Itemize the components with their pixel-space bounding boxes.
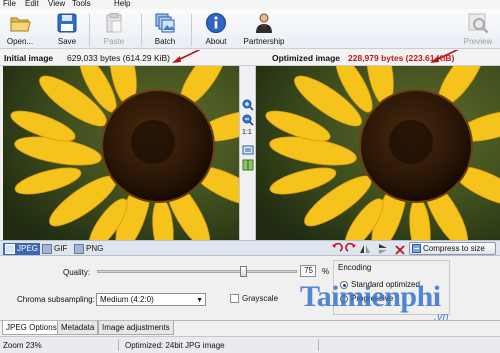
floppy-disk-icon: [57, 13, 77, 33]
actual-size-button[interactable]: 1:1: [242, 129, 252, 136]
encoding-group: Encoding Standard optimized Progressive: [333, 260, 450, 315]
menu-bar: File Edit View Tools Help: [0, 0, 500, 9]
tab-jpeg-label: JPEG: [17, 244, 38, 253]
status-divider: [118, 339, 119, 351]
optimized-image-label: Optimized image: [272, 53, 341, 63]
split-view-icon[interactable]: [242, 159, 254, 171]
rotate-right-icon[interactable]: [345, 243, 357, 255]
partnership-button[interactable]: Partnership: [240, 9, 288, 49]
tab-png[interactable]: PNG: [72, 243, 105, 255]
sunflower-image: [3, 66, 239, 240]
view-tool-strip: 1:1: [239, 66, 256, 240]
sunflower-image: [256, 66, 500, 240]
jpeg-options-panel: Quality: 75 % Chroma subsampling: Medium…: [0, 256, 500, 320]
image-info-bar: Initial image 629,033 bytes (614.29 KiB)…: [0, 50, 500, 66]
quality-slider[interactable]: [97, 266, 297, 277]
partnership-label: Partnership: [243, 37, 285, 46]
annotation-arrow-icon: [172, 50, 201, 63]
zoom-in-icon[interactable]: [242, 99, 254, 111]
standard-optimized-radio[interactable]: [340, 281, 348, 289]
chroma-subsampling-select[interactable]: Medium (4:2:0) ▼: [96, 293, 206, 306]
chroma-subsampling-value: Medium (4:2:0): [100, 295, 154, 304]
batch-label: Batch: [154, 37, 176, 46]
menu-tools[interactable]: Tools: [72, 0, 91, 8]
tab-jpeg[interactable]: JPEG: [3, 243, 40, 255]
rotate-left-icon[interactable]: [331, 243, 343, 255]
tab-image-adjustments[interactable]: Image adjustments: [98, 321, 174, 335]
preview-button[interactable]: Preview: [458, 9, 498, 49]
progressive-label: Progressive: [351, 294, 394, 303]
grayscale-checkbox[interactable]: [230, 294, 239, 303]
paste-icon: [106, 13, 122, 33]
compress-to-size-button[interactable]: Compress to size: [409, 242, 496, 255]
standard-optimized-label: Standard optimized: [351, 280, 420, 289]
magnifier-icon: [468, 13, 489, 34]
compress-icon: [412, 244, 421, 253]
zoom-status: Zoom 23%: [3, 341, 42, 350]
save-label: Save: [57, 37, 77, 46]
jpeg-format-icon: [5, 244, 15, 254]
progressive-radio[interactable]: [340, 295, 348, 303]
quality-slider-track: [97, 270, 297, 273]
paste-label: Paste: [103, 37, 125, 46]
tab-jpeg-options[interactable]: JPEG Options: [2, 321, 61, 335]
initial-image-view[interactable]: [3, 66, 239, 240]
folder-open-icon: [10, 17, 31, 32]
flip-vertical-icon[interactable]: [377, 243, 389, 255]
batch-images-icon: [155, 13, 175, 33]
format-tab-row: JPEG GIF PNG Compress to size: [0, 240, 500, 256]
fit-window-icon[interactable]: [242, 144, 254, 156]
encoding-title: Encoding: [338, 263, 372, 272]
menu-edit[interactable]: Edit: [25, 0, 39, 8]
grayscale-label: Grayscale: [242, 294, 279, 303]
about-button[interactable]: About: [200, 9, 232, 49]
tab-metadata[interactable]: Metadata: [57, 321, 99, 335]
initial-image-size: 629,033 bytes (614.29 KiB): [67, 53, 171, 63]
info-icon: [206, 13, 226, 33]
annotation-arrow-icon: [430, 50, 459, 63]
chevron-down-icon: ▼: [196, 297, 203, 304]
preview-label: Preview: [463, 37, 493, 46]
person-icon: [256, 13, 272, 33]
flip-horizontal-icon[interactable]: [359, 243, 371, 255]
batch-button[interactable]: Batch: [150, 9, 180, 49]
quality-input[interactable]: 75: [300, 265, 316, 277]
tab-png-label: PNG: [86, 244, 104, 253]
save-button[interactable]: Save: [52, 9, 82, 49]
open-button[interactable]: Open...: [2, 9, 38, 49]
quality-unit: %: [322, 267, 330, 276]
optimized-image-view[interactable]: [256, 66, 500, 240]
gif-format-icon: [42, 244, 52, 254]
quality-label: Quality:: [63, 268, 91, 277]
open-label: Open...: [6, 37, 34, 46]
paste-button[interactable]: Paste: [98, 9, 130, 49]
compress-to-size-label: Compress to size: [423, 244, 485, 253]
toolbar-separator: [141, 14, 142, 46]
initial-image-label: Initial image: [4, 53, 54, 63]
menu-help[interactable]: Help: [114, 0, 130, 8]
about-label: About: [205, 37, 227, 46]
crop-icon[interactable]: [394, 243, 406, 255]
toolbar-separator: [89, 14, 90, 46]
status-divider: [318, 339, 319, 351]
zoom-out-icon[interactable]: [242, 114, 254, 126]
tab-gif[interactable]: GIF: [40, 243, 69, 255]
status-bar: Zoom 23% Optimized: 24bit JPG image: [0, 336, 500, 353]
toolbar-separator: [191, 14, 192, 46]
png-format-icon: [74, 244, 84, 254]
quality-slider-thumb[interactable]: [240, 266, 247, 277]
toolbar: Open... Save Paste Batch About Partnersh…: [0, 9, 500, 49]
menu-file[interactable]: File: [3, 0, 16, 8]
tab-gif-label: GIF: [54, 244, 68, 253]
optimized-info-status: Optimized: 24bit JPG image: [125, 341, 225, 350]
options-tabs: JPEG Options Metadata Image adjustments: [0, 320, 500, 335]
chroma-subsampling-label: Chroma subsampling:: [17, 295, 95, 304]
menu-view[interactable]: View: [48, 0, 65, 8]
